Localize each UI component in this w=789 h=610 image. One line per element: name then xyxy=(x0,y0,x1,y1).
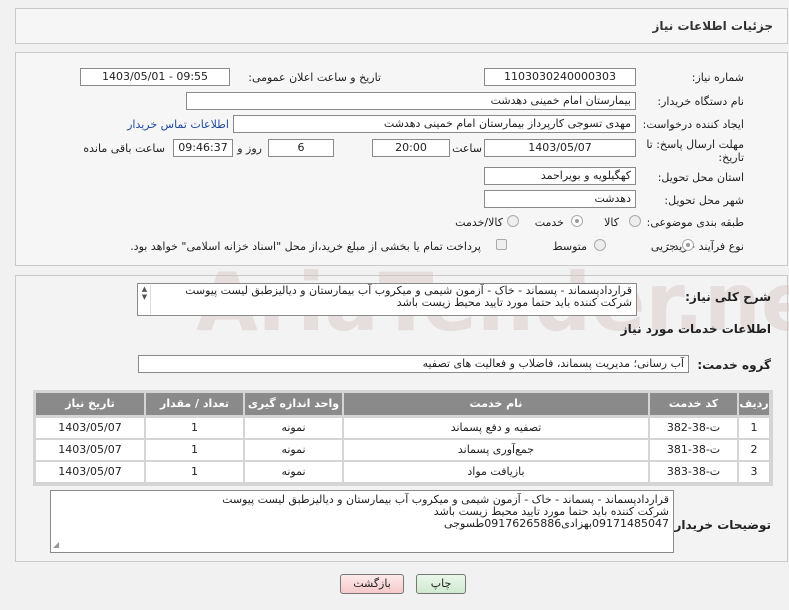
days-label: روز و xyxy=(237,142,262,155)
need-number-label: شماره نیاز: xyxy=(691,71,744,84)
scroll-up-icon[interactable]: ▲ xyxy=(139,285,150,293)
row2-name: جمع‌آوری پسماند xyxy=(344,440,648,460)
row2-number: 2 xyxy=(739,440,769,460)
service-group-label: گروه خدمت: xyxy=(697,358,771,372)
scroll-down-icon[interactable]: ▼ xyxy=(139,293,150,301)
deadline-time-label: ساعت xyxy=(452,142,482,155)
col-unit: واحد اندازه گیری xyxy=(245,393,342,415)
resize-grip-icon[interactable]: ◢ xyxy=(53,539,59,551)
col-quantity: تعداد / مقدار xyxy=(146,393,243,415)
creator-label: ایجاد کننده درخواست: xyxy=(642,118,744,131)
buyer-org-label: نام دستگاه خریدار: xyxy=(657,95,744,108)
service-group-field[interactable]: آب رسانی؛ مدیریت پسماند، فاضلاب و فعالیت… xyxy=(138,355,689,373)
buyer-notes-label: توضیحات خریدار: xyxy=(669,518,771,532)
row2-unit: نمونه xyxy=(245,440,342,460)
category-service-label: خدمت xyxy=(534,216,564,229)
services-table-rows: 2 ت-38-381 جمع‌آوری پسماند نمونه 1 1403/… xyxy=(33,438,773,486)
deadline-date-label: تاریخ: xyxy=(718,151,744,164)
buyer-notes-line-3: 09171485047بهزادی09176265886طسوجی xyxy=(444,517,669,530)
page-title: جزئیات اطلاعات نیاز xyxy=(652,19,773,33)
remaining-days-field[interactable]: 6 xyxy=(268,139,334,157)
remaining-time-label: ساعت باقی مانده xyxy=(83,142,165,155)
row1-number: 1 xyxy=(739,418,769,438)
province-label: استان محل تحویل: xyxy=(657,171,744,184)
services-title: اطلاعات خدمات مورد نیاز xyxy=(620,322,771,336)
col-row-number: ردیف xyxy=(739,393,769,415)
deadline-time-field[interactable]: 20:00 xyxy=(372,139,450,157)
row3-date: 1403/05/07 xyxy=(36,462,144,482)
announce-datetime-field[interactable]: 1403/05/01 - 09:55 xyxy=(80,68,230,86)
category-service-radio[interactable] xyxy=(571,215,583,227)
col-need-date: تاریخ نیاز xyxy=(36,393,144,415)
summary-scrollbar[interactable]: ▲ ▼ xyxy=(139,285,151,314)
deadline-label: مهلت ارسال پاسخ: تا xyxy=(646,138,744,151)
category-goods-radio[interactable] xyxy=(629,215,641,227)
row2-date: 1403/05/07 xyxy=(36,440,144,460)
row3-quantity: 1 xyxy=(146,462,243,482)
province-field[interactable]: کهگیلویه و بویراحمد xyxy=(484,167,636,185)
remaining-time-field[interactable]: 09:46:37 xyxy=(173,139,233,157)
category-label: طبقه بندی موضوعی: xyxy=(646,216,744,229)
category-goods-service-radio[interactable] xyxy=(507,215,519,227)
category-goods-service-label: کالا/خدمت xyxy=(455,216,503,229)
city-field[interactable]: دهدشت xyxy=(484,190,636,208)
row2-quantity: 1 xyxy=(146,440,243,460)
summary-textarea[interactable]: قراردادپسماند - پسماند - خاک - آزمون شیم… xyxy=(137,283,637,316)
row3-unit: نمونه xyxy=(245,462,342,482)
row2-code: ت-38-381 xyxy=(650,440,737,460)
creator-field[interactable]: مهدی تسوجی کارپرداز بیمارستان امام خمینی… xyxy=(233,115,636,133)
header-bar: جزئیات اطلاعات نیاز xyxy=(15,8,788,44)
col-service-name: نام خدمت xyxy=(344,393,648,415)
summary-text: قراردادپسماند - پسماند - خاک - آزمون شیم… xyxy=(185,284,632,309)
back-button[interactable]: بازگشت xyxy=(340,574,404,594)
summary-label: شرح کلی نیاز: xyxy=(685,290,771,304)
row3-name: بازیافت مواد xyxy=(344,462,648,482)
row3-number: 3 xyxy=(739,462,769,482)
need-number-field[interactable]: 1103030240000303 xyxy=(484,68,636,86)
announce-datetime-label: تاریخ و ساعت اعلان عمومی: xyxy=(248,71,381,84)
row1-quantity: 1 xyxy=(146,418,243,438)
print-button[interactable]: چاپ xyxy=(416,574,466,594)
row1-name: تصفیه و دفع پسماند xyxy=(344,418,648,438)
buyer-notes-textarea[interactable]: قراردادپسماند - پسماند - خاک - آزمون شیم… xyxy=(50,490,674,553)
buyer-org-field[interactable]: بیمارستان امام خمینی دهدشت xyxy=(186,92,636,110)
col-service-code: کد خدمت xyxy=(650,393,737,415)
buyer-contact-link[interactable]: اطلاعات تماس خریدار xyxy=(127,118,229,131)
deadline-date-field[interactable]: 1403/05/07 xyxy=(484,139,636,157)
category-goods-label: کالا xyxy=(604,216,619,229)
row3-code: ت-38-383 xyxy=(650,462,737,482)
city-label: شهر محل تحویل: xyxy=(664,194,744,207)
row1-unit: نمونه xyxy=(245,418,342,438)
row1-date: 1403/05/07 xyxy=(36,418,144,438)
row1-code: ت-38-382 xyxy=(650,418,737,438)
